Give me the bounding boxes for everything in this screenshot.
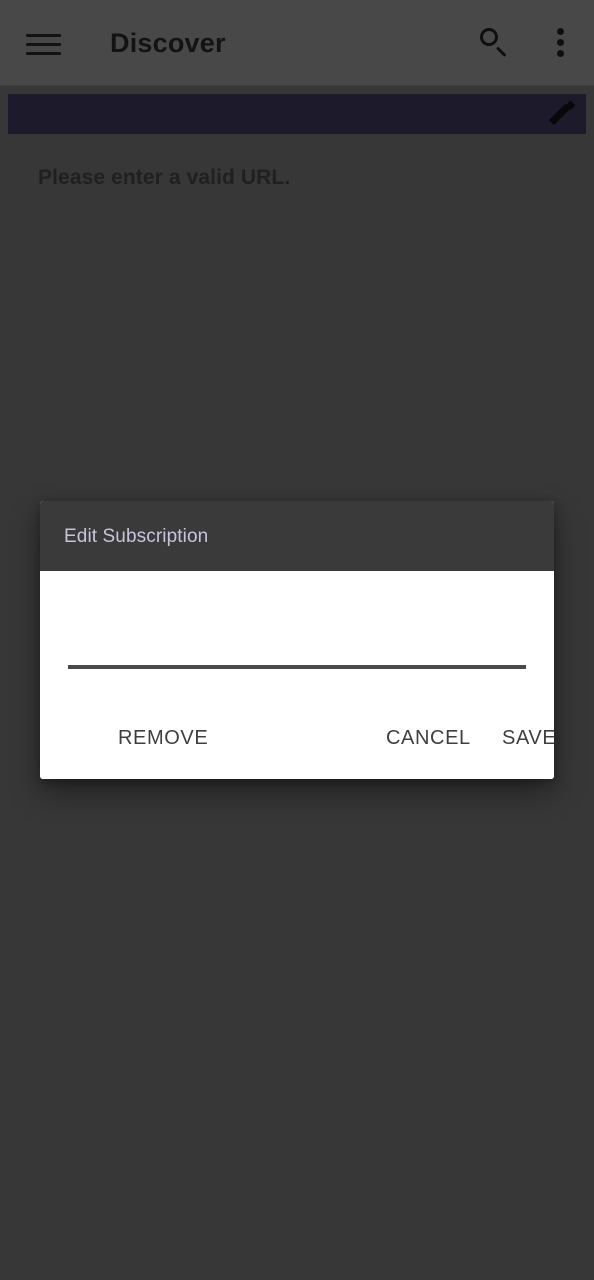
dialog-header: Edit Subscription <box>40 501 554 571</box>
remove-button[interactable]: REMOVE <box>114 721 212 756</box>
edit-subscription-dialog: Edit Subscription REMOVE CANCEL SAVE <box>40 501 554 779</box>
subscription-url-input[interactable] <box>68 631 526 669</box>
cancel-button[interactable]: CANCEL <box>382 721 475 756</box>
dialog-body <box>40 571 554 707</box>
save-button[interactable]: SAVE <box>498 721 554 756</box>
dialog-title: Edit Subscription <box>64 526 209 547</box>
dialog-action-bar: REMOVE CANCEL SAVE <box>40 707 554 779</box>
